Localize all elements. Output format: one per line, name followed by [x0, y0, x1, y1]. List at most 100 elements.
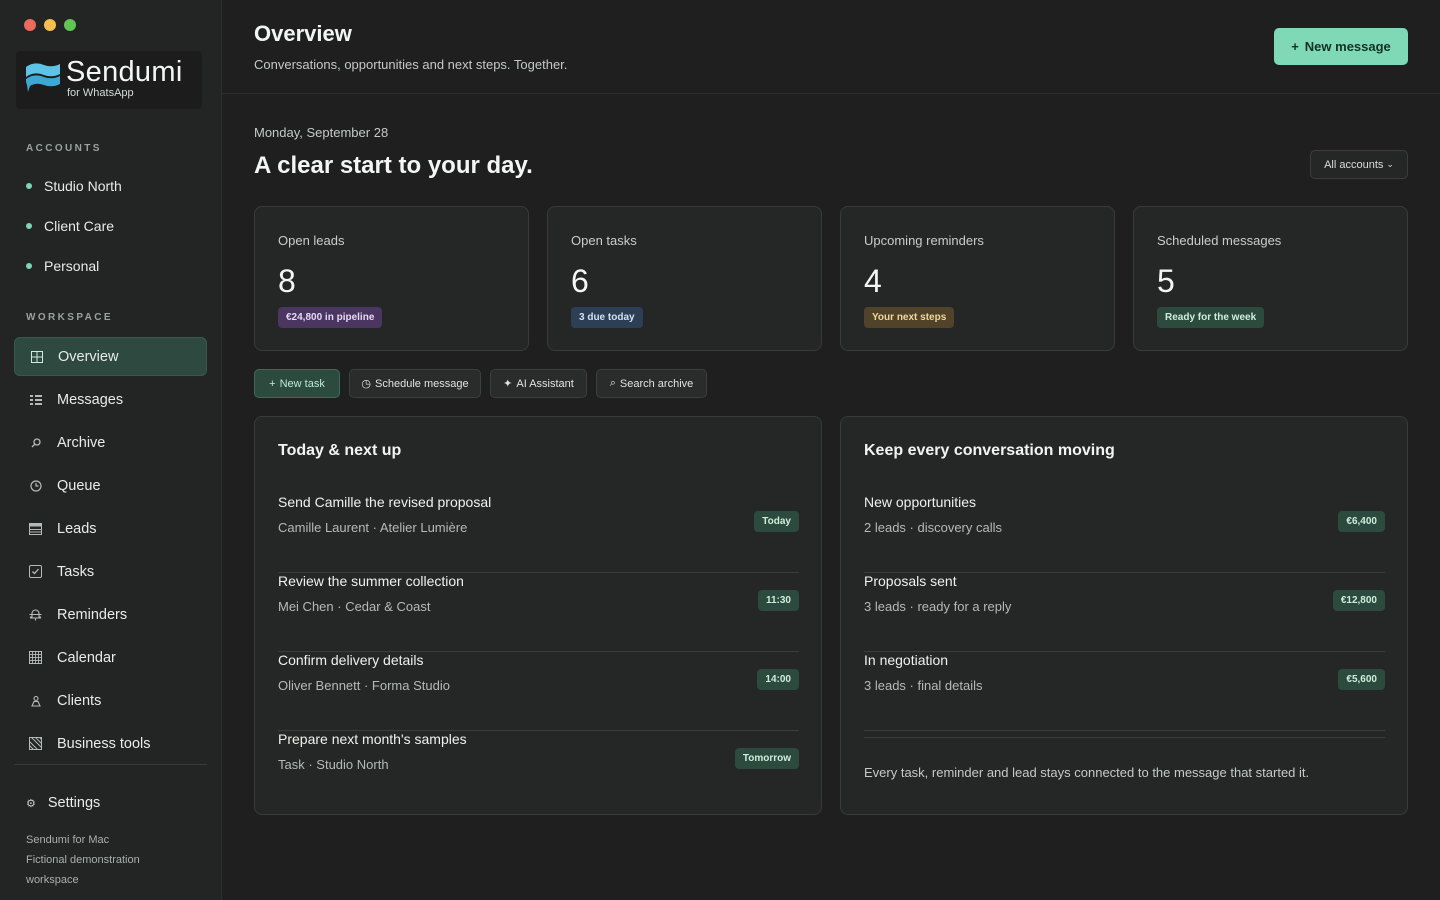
item-subtitle: Mei Chen · Cedar & Coast — [278, 599, 431, 614]
workspace-section-label: WORKSPACE — [26, 312, 113, 323]
list-item[interactable]: Proposals sent 3 leads · ready for a rep… — [864, 573, 1385, 652]
accounts-section-label: ACCOUNTS — [26, 143, 102, 154]
gear-icon: ⚙ — [26, 797, 36, 810]
ai-assistant-button[interactable]: ✦ AI Assistant — [490, 369, 587, 398]
footer-note: Sendumi for Mac Fictional demonstration … — [26, 830, 176, 890]
sidebar-item-label: Clients — [57, 692, 102, 709]
sidebar-item-messages[interactable]: Messages — [14, 380, 207, 419]
item-title: In negotiation — [864, 652, 949, 668]
logo-name: Sendumi — [66, 56, 183, 88]
calendar-icon — [28, 650, 43, 665]
item-title: Confirm delivery details — [278, 652, 424, 668]
zoom-window-button[interactable] — [64, 19, 76, 31]
account-filter-value: All accounts — [1324, 158, 1384, 171]
account-label: Studio North — [44, 178, 122, 194]
sidebar-item-settings[interactable]: ⚙ Settings — [26, 795, 100, 811]
sidebar-item-label: Tasks — [57, 563, 95, 580]
quick-action-label: New task — [279, 377, 325, 390]
schedule-message-button[interactable]: ◷ Schedule message — [349, 369, 481, 398]
sidebar-item-clients[interactable]: Clients — [14, 681, 207, 720]
stat-label: Scheduled messages — [1157, 233, 1282, 248]
panel-note: Every task, reminder and lead stays conn… — [864, 765, 1310, 780]
stat-card-open-tasks[interactable]: Open tasks 6 3 due today — [547, 206, 822, 351]
search-archive-button[interactable]: ⌕ Search archive — [596, 369, 707, 398]
today-panel: Today & next up Send Camille the revised… — [254, 416, 822, 815]
item-title: Send Camille the revised proposal — [278, 494, 492, 510]
sidebar-item-label: Leads — [57, 520, 97, 537]
chevron-down-icon: ⌄ — [1386, 159, 1394, 169]
account-status-dot — [26, 263, 32, 269]
account-filter-select[interactable]: All accounts ⌄ — [1310, 150, 1408, 179]
sidebar-item-business-tools[interactable]: Business tools — [14, 724, 207, 763]
stat-card-open-leads[interactable]: Open leads 8 €24,800 in pipeline — [254, 206, 529, 351]
sidebar-item-label: Reminders — [57, 606, 128, 623]
stat-value: 8 — [278, 263, 296, 299]
pipeline-panel: Keep every conversation moving New oppor… — [840, 416, 1408, 815]
sidebar-item-label: Archive — [57, 434, 106, 451]
footer-line: Sendumi for Mac — [26, 834, 110, 846]
new-message-label: New message — [1304, 39, 1391, 54]
account-studio-north[interactable]: Studio North — [26, 178, 122, 194]
item-subtitle: 3 leads · final details — [864, 678, 983, 693]
sidebar-item-label: Business tools — [57, 735, 151, 752]
account-label: Personal — [44, 258, 100, 274]
sidebar-item-label: Queue — [57, 477, 101, 494]
footer-line: workspace — [26, 874, 79, 886]
item-title: New opportunities — [864, 494, 977, 510]
sidebar-item-archive[interactable]: Archive — [14, 423, 207, 462]
page-header: Overview Conversations, opportunities an… — [222, 0, 1440, 94]
time-badge: Tomorrow — [734, 748, 799, 769]
account-client-care[interactable]: Client Care — [26, 218, 114, 234]
sidebar-item-overview[interactable]: Overview — [14, 337, 207, 376]
sidebar-item-queue[interactable]: Queue — [14, 466, 207, 505]
window-controls — [24, 19, 76, 31]
stat-value: 6 — [571, 263, 589, 299]
logo-subtitle: for WhatsApp — [67, 87, 134, 99]
quick-action-label: AI Assistant — [516, 377, 574, 390]
plus-icon: + — [1291, 39, 1299, 54]
table-icon — [28, 521, 43, 536]
quick-action-label: Search archive — [619, 377, 694, 390]
sidebar-item-leads[interactable]: Leads — [14, 509, 207, 548]
list-item[interactable]: Prepare next month's samples Task · Stud… — [278, 731, 799, 810]
stat-value: 5 — [1157, 263, 1175, 299]
list-item[interactable]: Send Camille the revised proposal Camill… — [278, 494, 799, 573]
stat-badge: €24,800 in pipeline — [278, 307, 383, 328]
item-title: Prepare next month's samples — [278, 731, 467, 747]
stat-label: Open leads — [278, 233, 345, 248]
close-window-button[interactable] — [24, 19, 36, 31]
clock-icon: ◷ — [361, 378, 372, 390]
sidebar-divider — [14, 764, 207, 765]
new-message-button[interactable]: + New message — [1274, 28, 1408, 65]
panel-title: Keep every conversation moving — [864, 442, 1115, 459]
sidebar-item-reminders[interactable]: Reminders — [14, 595, 207, 634]
account-label: Client Care — [44, 218, 115, 234]
logo-mark-icon — [26, 63, 60, 92]
minimize-window-button[interactable] — [44, 19, 56, 31]
quick-action-label: Schedule message — [375, 377, 469, 390]
person-icon — [28, 693, 43, 708]
stat-value: 4 — [864, 263, 882, 299]
app-logo: Sendumi for WhatsApp — [16, 51, 202, 109]
new-task-button[interactable]: + New task — [254, 369, 340, 398]
account-personal[interactable]: Personal — [26, 258, 99, 274]
page-subtitle: Conversations, opportunities and next st… — [254, 57, 568, 72]
current-date: Monday, September 28 — [254, 125, 389, 140]
footer-line: Fictional demonstration — [26, 854, 140, 866]
sidebar-item-label: Messages — [57, 391, 124, 408]
stat-badge: 3 due today — [571, 307, 643, 328]
item-subtitle: Task · Studio North — [278, 757, 389, 772]
item-title: Review the summer collection — [278, 573, 464, 589]
plus-icon: + — [269, 377, 276, 390]
value-badge: €6,400 — [1338, 511, 1385, 532]
sidebar-item-calendar[interactable]: Calendar — [14, 638, 207, 677]
list-item[interactable]: In negotiation 3 leads · final details €… — [864, 652, 1385, 731]
sidebar-item-label: Calendar — [57, 649, 116, 666]
list-item[interactable]: Confirm delivery details Oliver Bennett … — [278, 652, 799, 731]
value-badge: €12,800 — [1332, 590, 1385, 611]
stat-card-scheduled-messages[interactable]: Scheduled messages 5 Ready for the week — [1133, 206, 1408, 351]
sidebar-item-tasks[interactable]: Tasks — [14, 552, 207, 591]
list-item[interactable]: Review the summer collection Mei Chen · … — [278, 573, 799, 652]
stat-card-upcoming-reminders[interactable]: Upcoming reminders 4 Your next steps — [840, 206, 1115, 351]
list-item[interactable]: New opportunities 2 leads · discovery ca… — [864, 494, 1385, 573]
